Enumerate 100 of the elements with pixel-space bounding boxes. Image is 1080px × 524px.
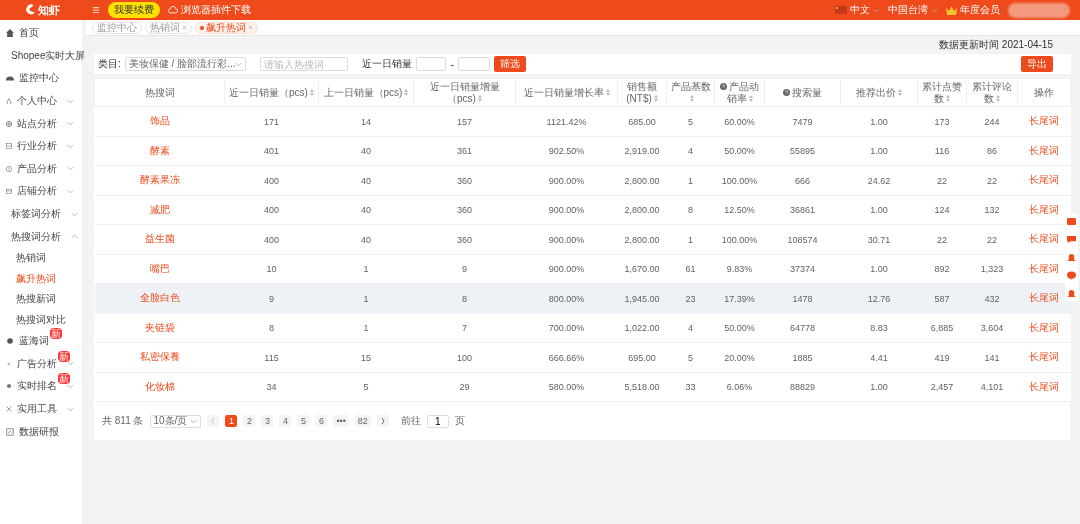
sidebar-subitem[interactable]: 热销词 — [0, 247, 82, 269]
keyword-input[interactable]: 请输入热搜词 — [260, 57, 349, 71]
sidebar-item[interactable]: 行业分析 — [0, 134, 82, 158]
column-header[interactable]: 近一日销量增量（pcs) — [413, 78, 516, 107]
keyword-link[interactable]: 饰品 — [149, 115, 170, 127]
sort-icon[interactable] — [605, 88, 610, 96]
sort-icon[interactable] — [689, 94, 694, 102]
keyword-link[interactable]: 夹链袋 — [144, 321, 175, 333]
sidebar-item[interactable]: 个人中心 — [0, 89, 82, 113]
long-tail-link[interactable]: 长尾词 — [1029, 233, 1059, 245]
sidebar-subitem[interactable]: 热搜新词 — [0, 288, 82, 310]
table-cell: 1.00 — [870, 205, 888, 216]
keyword-link[interactable]: 私密保養 — [139, 351, 180, 363]
table-cell: 360 — [457, 234, 472, 245]
column-header[interactable]: 近一日销量增长率 — [515, 78, 618, 107]
table-row[interactable]: 夹链袋 8 1 7 700.00% 1,022.00 4 50.00% 64778 8.83 6,885 3,604 长尾词 — [94, 313, 1071, 343]
page-button[interactable]: 82 — [354, 415, 371, 427]
sidebar-item[interactable]: 产品分析 — [0, 157, 82, 181]
language-dropdown[interactable]: 中文 — [835, 3, 880, 17]
keyword-link[interactable]: 益生菌 — [144, 233, 175, 245]
column-header[interactable]: 上一日销量（pcs) — [318, 78, 414, 107]
next-page-button[interactable] — [376, 415, 389, 427]
column-header[interactable]: 累计评论数 — [966, 78, 1018, 107]
sort-icon[interactable] — [996, 94, 1000, 102]
page-button[interactable]: 4 — [279, 415, 292, 427]
prev-page-button[interactable] — [207, 415, 220, 427]
table-cell: 173 — [934, 116, 950, 127]
table-row[interactable]: 酵素 401 40 361 902.50% 2,919.00 4 50.00% 55895 1.00 116 86 长尾词 — [94, 136, 1071, 166]
sort-icon[interactable] — [946, 94, 950, 102]
logo[interactable]: 知虾 — [24, 2, 84, 18]
column-header[interactable]: 产品基数 — [666, 78, 715, 107]
long-tail-link[interactable]: 长尾词 — [1029, 292, 1059, 304]
long-tail-link[interactable]: 长尾词 — [1029, 174, 1059, 186]
sort-icon[interactable] — [477, 94, 482, 102]
sidebar-item[interactable]: 标签词分析 — [0, 202, 82, 226]
long-tail-link[interactable]: 长尾词 — [1029, 262, 1059, 274]
table-row[interactable]: 私密保養 115 15 100 666.66% 695.00 5 20.00% 1885 4.41 419 141 长尾词 — [94, 342, 1071, 372]
table-row[interactable]: 酵素果冻 400 40 360 900.00% 2,800.00 1 100.00% 666 24.62 22 22 长尾词 — [94, 165, 1071, 195]
column-header[interactable]: 产品动销率 — [714, 78, 765, 107]
column-header[interactable]: 近一日销量（pcs) — [224, 78, 319, 107]
table-row[interactable]: 化妆棉 34 5 29 580.00% 5,518.00 33 6.06% 88829 1.00 2,457 4,101 长尾词 — [94, 372, 1071, 402]
page-button[interactable]: 6 — [315, 415, 328, 427]
long-tail-link[interactable]: 长尾词 — [1029, 321, 1059, 333]
table-cell: 124 — [934, 205, 950, 216]
sidebar-item[interactable]: 监控中心 — [0, 67, 82, 90]
sidebar-item[interactable]: 店铺分析 — [0, 180, 82, 203]
sidebar-item[interactable]: 站点分析 — [0, 112, 82, 135]
sidebar-item[interactable]: 实时排名 新 — [0, 375, 82, 398]
keyword-link[interactable]: 减肥 — [149, 203, 170, 215]
export-button[interactable]: 导出 — [1021, 56, 1053, 72]
menu-icon[interactable] — [92, 6, 100, 14]
goto-page-input[interactable]: 1 — [426, 414, 449, 428]
sidebar-item[interactable]: Shopee实时大屏 — [0, 44, 82, 68]
sort-icon[interactable] — [309, 88, 314, 96]
keyword-link[interactable]: 化妆棉 — [144, 380, 175, 392]
keyword-link[interactable]: 酵素果冻 — [139, 174, 180, 186]
sidebar-item[interactable]: 数据研报 — [0, 420, 82, 443]
long-tail-link[interactable]: 长尾词 — [1029, 351, 1059, 363]
sales-min-input[interactable] — [416, 57, 447, 71]
table-row[interactable]: 减肥 400 40 360 900.00% 2,800.00 8 12.50% 36861 1.00 124 132 长尾词 — [94, 195, 1071, 225]
sort-icon[interactable] — [748, 94, 753, 102]
sort-icon[interactable] — [653, 94, 658, 102]
table-row[interactable]: 全脸白色 9 1 8 800.00% 1,945.00 23 17.39% 1478 12.76 587 432 长尾词 — [94, 283, 1071, 313]
page-button[interactable]: 3 — [261, 415, 274, 427]
region-dropdown[interactable]: 中国台湾 — [888, 3, 938, 17]
sales-max-input[interactable] — [457, 57, 490, 71]
sort-icon[interactable] — [898, 88, 902, 96]
renew-button[interactable]: 我要续费 — [108, 2, 160, 18]
keyword-link[interactable]: 嘴巴 — [149, 262, 170, 274]
sidebar-subitem[interactable]: 飙升热词 — [0, 268, 82, 289]
table-cell: 171 — [264, 116, 279, 127]
filter-button[interactable]: 筛选 — [493, 56, 526, 72]
chevron-down-icon — [235, 61, 243, 67]
table-row[interactable]: 饰品 171 14 157 1121.42% 685.00 5 60.00% 7479 1.00 173 244 长尾词 — [94, 106, 1071, 136]
long-tail-link[interactable]: 长尾词 — [1029, 380, 1059, 392]
sidebar-item[interactable]: 实用工具 — [0, 397, 82, 421]
column-header[interactable]: 累计点赞数 — [917, 78, 967, 107]
sort-icon[interactable] — [404, 88, 409, 96]
long-tail-link[interactable]: 长尾词 — [1029, 203, 1059, 215]
column-header[interactable]: 销售额(NT$) — [617, 78, 667, 107]
page-button[interactable]: ••• — [333, 415, 349, 427]
page-button[interactable]: 1 — [225, 415, 238, 427]
plugin-download-link[interactable]: 浏览器插件下载 — [168, 3, 251, 17]
column-header[interactable]: 推荐出价 — [840, 78, 918, 107]
user-account-pill[interactable] — [1008, 2, 1070, 18]
keyword-link[interactable]: 全脸白色 — [139, 292, 180, 304]
page-button[interactable]: 5 — [297, 415, 310, 427]
page-size-select[interactable]: 10条/页 — [149, 414, 202, 428]
sidebar-item[interactable]: 首页 — [0, 22, 82, 45]
membership-label[interactable]: 年度会员 — [946, 3, 1000, 17]
long-tail-link[interactable]: 长尾词 — [1029, 144, 1059, 156]
close-icon[interactable] — [182, 25, 187, 30]
close-icon[interactable] — [248, 25, 253, 30]
keyword-link[interactable]: 酵素 — [149, 144, 170, 156]
sidebar-item[interactable]: 热搜词分析 — [0, 225, 82, 248]
gauge-icon — [6, 74, 14, 83]
page-button[interactable]: 2 — [243, 415, 256, 427]
category-select[interactable]: 美妆保健 / 脸部流行彩... — [124, 57, 247, 71]
long-tail-link[interactable]: 长尾词 — [1029, 115, 1059, 127]
page-tab[interactable]: 飙升热词 — [195, 21, 258, 34]
